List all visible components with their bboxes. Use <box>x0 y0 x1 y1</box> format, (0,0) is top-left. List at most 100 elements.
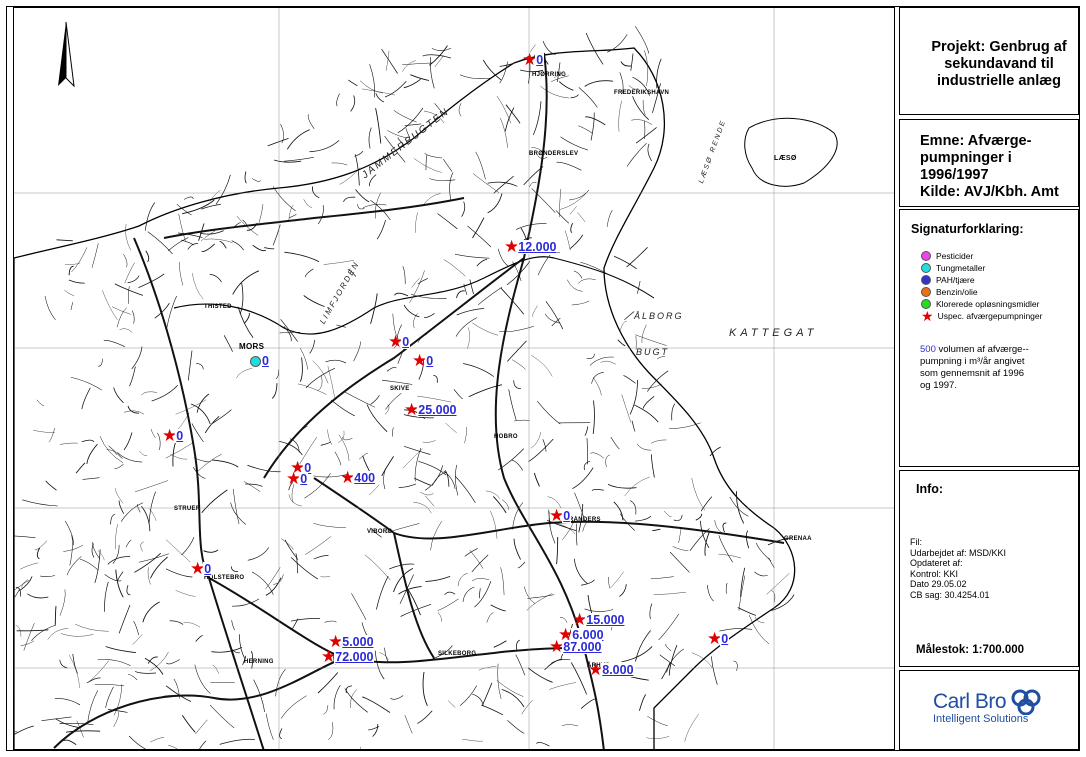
minor-road <box>368 127 372 149</box>
map-label-laeso: LÆSØ <box>774 155 797 162</box>
legend-item-pesticider: Pesticider <box>921 251 973 261</box>
minor-road <box>244 171 247 184</box>
map-label-hjoerring: HJØRRING <box>532 72 567 78</box>
marker-4[interactable]: ★ 0 <box>412 352 435 369</box>
sea-label-aalborg: ÅLBORG <box>634 311 684 321</box>
marker-value: 0 <box>299 472 309 486</box>
carl-bro-rings-icon <box>1011 689 1041 715</box>
oil-dot-icon <box>921 287 931 297</box>
marker-3[interactable]: ★ 0 <box>388 333 411 350</box>
marker-ebeltoft[interactable]: ★ 0 <box>707 630 730 647</box>
marker-holstebro[interactable]: ★ 0 <box>190 560 213 577</box>
project-panel: Projekt: Genbrug af sekundavand til indu… <box>899 7 1079 115</box>
logo-name: Carl Bro <box>933 690 1007 713</box>
minor-road <box>286 129 310 150</box>
legend-item-pah: PAH/tjære <box>921 275 975 285</box>
north-arrow-icon <box>58 21 75 88</box>
legend-item-benzin: Benzin/olie <box>921 287 978 297</box>
minor-road <box>613 255 637 270</box>
heavy-metal-dot-icon <box>921 263 931 273</box>
project-title: Projekt: Genbrug af sekundavand til indu… <box>931 39 1067 89</box>
marker-25000[interactable]: ★ 25.000 <box>404 401 458 418</box>
marker-value: 0 <box>562 509 572 523</box>
minor-road <box>385 50 390 71</box>
marker-9[interactable]: ★ 0 <box>286 470 309 487</box>
marker-value: 0 <box>535 53 545 67</box>
marker-value: 25.000 <box>417 403 458 417</box>
minor-road <box>636 280 641 294</box>
map-label-herning: HERNING <box>244 659 274 665</box>
marker-value: 0 <box>203 562 213 576</box>
marker-value: 400 <box>353 471 377 485</box>
map-label-viborg: VIBORG <box>367 529 393 535</box>
topic-panel: Emne: Afværge- pumpninger i 1996/1997 Ki… <box>899 119 1079 207</box>
marker-400[interactable]: ★ 400 <box>340 469 377 486</box>
map-label-thisted: THISTED <box>204 304 232 310</box>
marker-mors[interactable]: 0 <box>250 354 270 368</box>
logo: Carl Bro Intelligent Solutions <box>933 689 1043 725</box>
star-icon: ★ <box>921 308 934 324</box>
map-label-mors: MORS <box>239 342 265 351</box>
minor-road <box>284 157 314 162</box>
minor-road <box>369 64 376 98</box>
map-label-hobro: HOBRO <box>494 434 518 440</box>
info-lines: Fil: Udarbejdet af: MSD/KKI Opdateret af… <box>910 537 1007 600</box>
minor-road <box>56 239 73 242</box>
legend-panel: Signaturforklaring: Pesticider Tungmetal… <box>899 209 1079 467</box>
minor-road <box>402 62 433 66</box>
marker-randers[interactable]: ★ 0 <box>549 507 572 524</box>
minor-road <box>641 324 647 344</box>
marker-value: 8.000 <box>601 663 635 677</box>
logo-tagline: Intelligent Solutions <box>933 713 1029 725</box>
info-panel: Info: Fil: Udarbejdet af: MSD/KKI Opdate… <box>899 470 1079 667</box>
minor-road <box>350 95 356 112</box>
marker-87000[interactable]: ★ 87.000 <box>549 638 603 655</box>
legend-item-klorerede: Klorerede opløsningsmidler <box>921 299 1039 309</box>
minor-road <box>375 108 382 144</box>
marker-value: 0 <box>175 429 185 443</box>
marker-value: 0 <box>261 354 270 368</box>
marker-value: 0 <box>720 632 730 646</box>
map-label-struer: STRUER <box>174 506 201 512</box>
legend-item-uspec: ★ Uspec. afværgepumpninger <box>921 308 1043 324</box>
pah-dot-icon <box>250 355 261 367</box>
minor-road <box>635 334 667 346</box>
legend-note: 500 volumen af afværge-- pumpning i m³/å… <box>920 344 1029 391</box>
marker-value: 0 <box>401 335 411 349</box>
minor-road <box>251 178 261 182</box>
map-label-broenderslev: BRØNDERSLEV <box>529 151 579 157</box>
marker-value: 72.000 <box>334 650 375 664</box>
legend-title: Signaturforklaring: <box>911 222 1024 236</box>
minor-road <box>331 162 348 166</box>
marker-72000[interactable]: ★ 72.000 <box>321 648 375 665</box>
marker-value: 0 <box>425 354 435 368</box>
minor-road <box>307 114 315 129</box>
topic-title: Emne: Afværge- pumpninger i 1996/1997 Ki… <box>920 133 1059 200</box>
minor-road <box>336 93 340 107</box>
minor-road <box>459 74 492 79</box>
pesticide-dot-icon <box>921 251 931 261</box>
map-canvas <box>14 8 894 749</box>
map-label-skive: SKIVE <box>390 386 410 392</box>
map-label-silkeborg: SILKEBORG <box>438 651 477 657</box>
minor-road <box>184 196 194 200</box>
marker-7[interactable]: ★ 0 <box>162 427 185 444</box>
scale-text: Målestok: 1:700.000 <box>916 644 1025 656</box>
marker-hjoerring[interactable]: ★ 0 <box>522 51 545 68</box>
marker-value: 87.000 <box>562 640 603 654</box>
map-area[interactable]: HJØRRING FREDERIKSHAVN BRØNDERSLEV LÆSØ … <box>13 7 895 750</box>
pah-dot-icon <box>921 275 931 285</box>
marker-aalborg[interactable]: ★ 12.000 <box>504 238 558 255</box>
minor-road <box>267 138 289 147</box>
minor-road <box>434 55 444 67</box>
map-label-randers: RANDERS <box>569 517 601 523</box>
marker-15000[interactable]: ★ 15.000 <box>572 611 626 628</box>
minor-road <box>542 40 556 55</box>
minor-road <box>403 78 421 89</box>
minor-road <box>634 26 650 54</box>
minor-road <box>359 80 383 94</box>
marker-value: 5.000 <box>341 635 375 649</box>
marker-8000[interactable]: ★ 8.000 <box>588 661 635 678</box>
minor-road <box>384 81 407 98</box>
minor-road <box>711 656 718 685</box>
